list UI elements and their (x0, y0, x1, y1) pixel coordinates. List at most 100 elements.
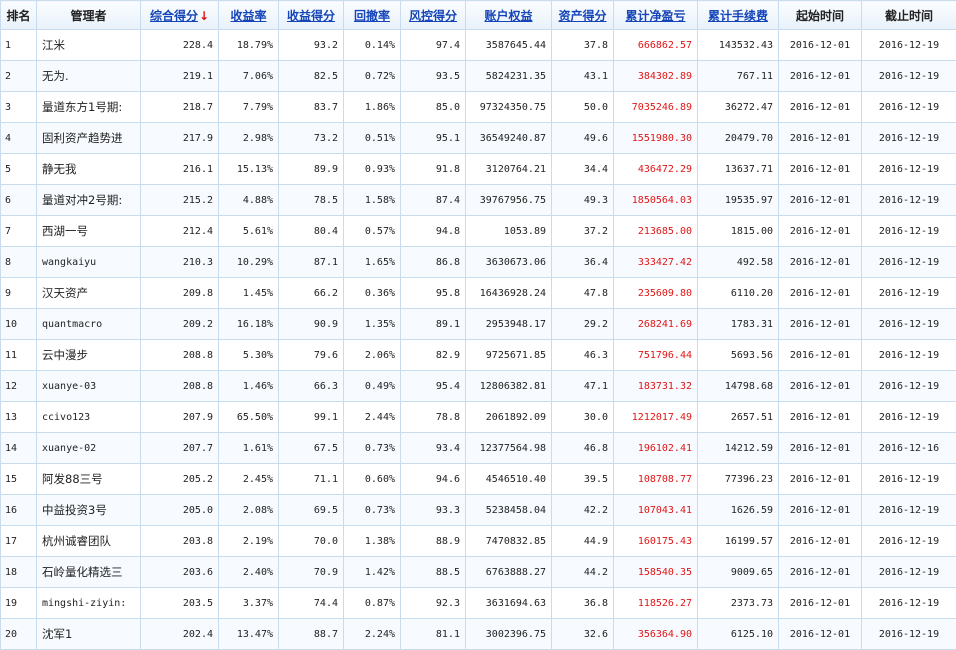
cell-net-pnl: 118526.27 (614, 588, 698, 619)
table-row: 2无为.219.17.06%82.50.72%93.55824231.3543.… (1, 61, 956, 92)
cell-start-date: 2016-12-01 (779, 464, 862, 495)
cell-total-score: 218.7 (141, 92, 219, 123)
cell-return-rate: 1.61% (219, 433, 279, 464)
cell-end-date: 2016-12-19 (862, 371, 956, 402)
cell-fees: 16199.57 (698, 526, 779, 557)
table-row: 8wangkaiyu210.310.29%87.11.65%86.8363067… (1, 247, 956, 278)
cell-manager: 量道东方1号期: (37, 92, 141, 123)
cell-start-date: 2016-12-01 (779, 185, 862, 216)
cell-return-rate: 10.29% (219, 247, 279, 278)
header-equity-label[interactable]: 账户权益 (484, 9, 532, 23)
header-fees-label[interactable]: 累计手续费 (708, 9, 768, 23)
cell-drawdown: 2.06% (344, 340, 401, 371)
cell-drawdown: 0.57% (344, 216, 401, 247)
header-total-score[interactable]: 综合得分↓ (141, 1, 219, 30)
header-return-rate[interactable]: 收益率 (219, 1, 279, 30)
cell-drawdown: 0.72% (344, 61, 401, 92)
cell-end-date: 2016-12-19 (862, 278, 956, 309)
cell-fees: 5693.56 (698, 340, 779, 371)
header-return-score-label[interactable]: 收益得分 (287, 9, 335, 23)
cell-total-score: 219.1 (141, 61, 219, 92)
cell-rank: 10 (1, 309, 37, 340)
table-row: 6量道对冲2号期:215.24.88%78.51.58%87.439767956… (1, 185, 956, 216)
cell-return-rate: 2.45% (219, 464, 279, 495)
cell-net-pnl: 107043.41 (614, 495, 698, 526)
cell-manager: 云中漫步 (37, 340, 141, 371)
cell-rank: 6 (1, 185, 37, 216)
cell-asset-score: 32.6 (552, 619, 614, 650)
header-return-rate-label[interactable]: 收益率 (230, 9, 266, 23)
cell-manager: 沈军1 (37, 619, 141, 650)
table-row: 15阿发88三号205.22.45%71.10.60%94.64546510.4… (1, 464, 956, 495)
header-asset-score[interactable]: 资产得分 (552, 1, 614, 30)
cell-start-date: 2016-12-01 (779, 61, 862, 92)
cell-net-pnl: 666862.57 (614, 30, 698, 61)
cell-total-score: 209.8 (141, 278, 219, 309)
header-net-pnl-label[interactable]: 累计净盈亏 (625, 9, 685, 23)
cell-asset-score: 50.0 (552, 92, 614, 123)
cell-return-rate: 1.46% (219, 371, 279, 402)
header-asset-score-label[interactable]: 资产得分 (558, 9, 606, 23)
cell-equity: 3002396.75 (466, 619, 552, 650)
cell-net-pnl: 268241.69 (614, 309, 698, 340)
cell-start-date: 2016-12-01 (779, 340, 862, 371)
cell-end-date: 2016-12-19 (862, 216, 956, 247)
header-fees[interactable]: 累计手续费 (698, 1, 779, 30)
table-row: 3量道东方1号期:218.77.79%83.71.86%85.097324350… (1, 92, 956, 123)
cell-risk-score: 93.5 (401, 61, 466, 92)
cell-start-date: 2016-12-01 (779, 371, 862, 402)
header-return-score[interactable]: 收益得分 (279, 1, 344, 30)
cell-end-date: 2016-12-19 (862, 123, 956, 154)
table-row: 12xuanye-03208.81.46%66.30.49%95.4128063… (1, 371, 956, 402)
cell-manager: 无为. (37, 61, 141, 92)
cell-return-rate: 7.06% (219, 61, 279, 92)
cell-return-rate: 15.13% (219, 154, 279, 185)
cell-net-pnl: 235609.80 (614, 278, 698, 309)
cell-end-date: 2016-12-16 (862, 433, 956, 464)
cell-equity: 9725671.85 (466, 340, 552, 371)
cell-net-pnl: 160175.43 (614, 526, 698, 557)
cell-drawdown: 1.38% (344, 526, 401, 557)
cell-risk-score: 88.9 (401, 526, 466, 557)
header-total-score-label[interactable]: 综合得分 (150, 9, 198, 23)
cell-risk-score: 89.1 (401, 309, 466, 340)
cell-drawdown: 1.42% (344, 557, 401, 588)
cell-rank: 19 (1, 588, 37, 619)
cell-rank: 5 (1, 154, 37, 185)
cell-return-score: 66.3 (279, 371, 344, 402)
cell-risk-score: 91.8 (401, 154, 466, 185)
header-equity[interactable]: 账户权益 (466, 1, 552, 30)
sort-desc-icon: ↓ (199, 9, 209, 23)
cell-manager: xuanye-03 (37, 371, 141, 402)
cell-return-score: 90.9 (279, 309, 344, 340)
cell-return-score: 88.7 (279, 619, 344, 650)
cell-equity: 97324350.75 (466, 92, 552, 123)
cell-fees: 1626.59 (698, 495, 779, 526)
cell-fees: 2657.51 (698, 402, 779, 433)
cell-return-score: 89.9 (279, 154, 344, 185)
cell-risk-score: 85.0 (401, 92, 466, 123)
table-row: 10quantmacro209.216.18%90.91.35%89.12953… (1, 309, 956, 340)
header-risk-score-label[interactable]: 风控得分 (409, 9, 457, 23)
cell-risk-score: 87.4 (401, 185, 466, 216)
header-drawdown[interactable]: 回撤率 (344, 1, 401, 30)
cell-equity: 5238458.04 (466, 495, 552, 526)
cell-asset-score: 29.2 (552, 309, 614, 340)
cell-return-score: 93.2 (279, 30, 344, 61)
cell-manager: wangkaiyu (37, 247, 141, 278)
cell-total-score: 217.9 (141, 123, 219, 154)
cell-return-rate: 5.61% (219, 216, 279, 247)
cell-return-score: 78.5 (279, 185, 344, 216)
header-manager: 管理者 (37, 1, 141, 30)
cell-rank: 12 (1, 371, 37, 402)
table-row: 14xuanye-02207.71.61%67.50.73%93.4123775… (1, 433, 956, 464)
cell-total-score: 203.8 (141, 526, 219, 557)
header-drawdown-label[interactable]: 回撤率 (354, 9, 390, 23)
cell-asset-score: 44.9 (552, 526, 614, 557)
header-risk-score[interactable]: 风控得分 (401, 1, 466, 30)
cell-risk-score: 95.4 (401, 371, 466, 402)
cell-total-score: 208.8 (141, 340, 219, 371)
cell-asset-score: 47.1 (552, 371, 614, 402)
header-net-pnl[interactable]: 累计净盈亏 (614, 1, 698, 30)
cell-equity: 12806382.81 (466, 371, 552, 402)
